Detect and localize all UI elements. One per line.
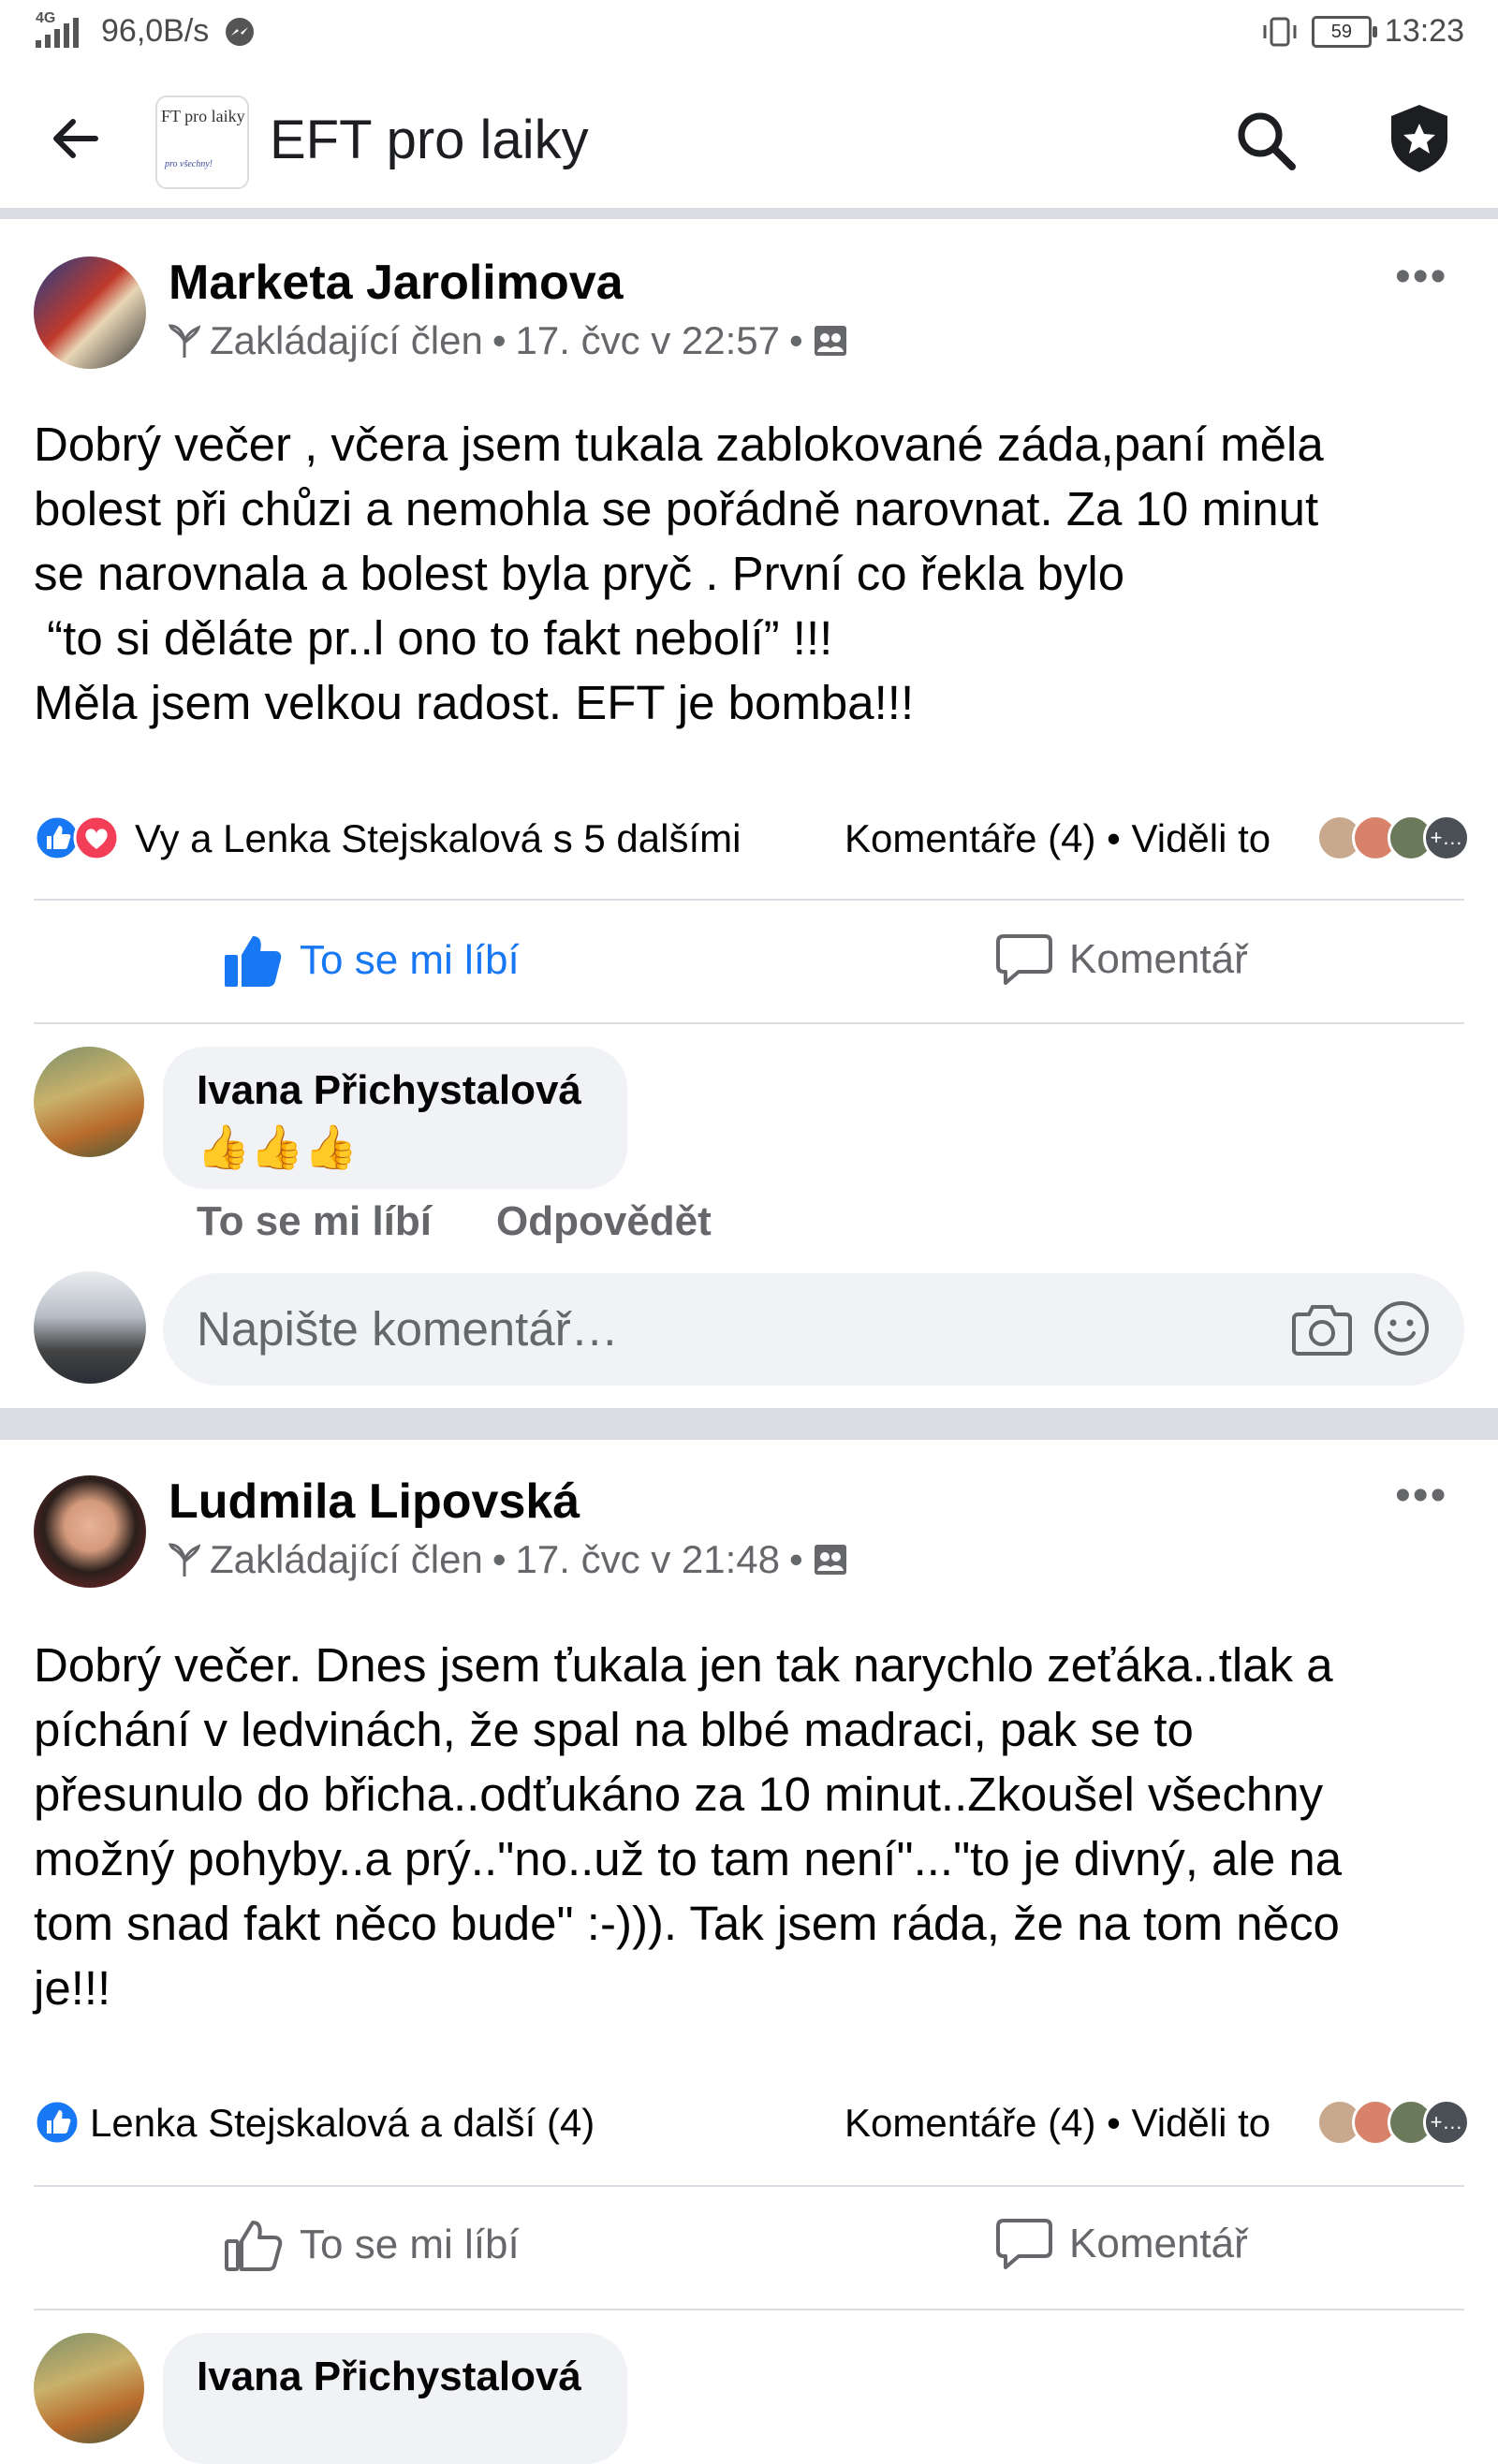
post-text: Dobrý večer , včera jsem tukala zablokov… (34, 418, 1324, 729)
comment-icon (996, 2219, 1052, 2269)
comment-like-link[interactable]: To se mi líbí (197, 1198, 432, 1245)
reactions-summary[interactable]: Vy a Lenka Stejskalová s 5 dalšími (135, 816, 741, 861)
clock: 13:23 (1384, 13, 1464, 49)
post-separator (0, 1408, 1498, 1440)
author-avatar[interactable] (34, 1475, 146, 1588)
search-icon[interactable] (1234, 109, 1298, 172)
thumbs-up-filled-icon (225, 936, 282, 987)
founding-member-icon (169, 324, 200, 358)
battery-icon: 59 (1311, 15, 1377, 48)
like-reaction-icon[interactable] (34, 2099, 81, 2146)
reactions-row: Lenka Stejskalová a další (4) Komentáře … (34, 2097, 1470, 2149)
post-time[interactable]: 17. čvc v 21:48 (516, 1537, 781, 1582)
comment-bubble: Ivana Přichystalová 👍👍👍 (163, 1047, 627, 1189)
actions-divider-bottom (34, 2309, 1464, 2310)
meta-dot: • (492, 1537, 507, 1581)
commenter-avatar[interactable] (34, 1047, 144, 1157)
meta-dot: • (492, 318, 507, 362)
status-left: 4G 96,0B/s (36, 10, 256, 50)
group-logo[interactable]: FT pro laiky pro všechny! (155, 95, 249, 189)
comment-button-label: Komentář (1069, 2221, 1248, 2266)
group-audience-icon (814, 1545, 846, 1575)
messenger-icon (226, 17, 255, 46)
comments-seen-summary[interactable]: Komentáře (4) • Viděli to (844, 816, 1270, 861)
seen-more-badge: +… (1423, 2099, 1470, 2146)
commenter-name[interactable]: Ivana Přichystalová (197, 2354, 581, 2400)
group-header: FT pro laiky pro všechny! EFT pro laiky (0, 67, 1498, 208)
post-meta: Zakládající člen • 17. čvc v 21:48 • (169, 1537, 848, 1582)
author-name[interactable]: Ludmila Lipovská (169, 1474, 580, 1530)
status-bar: 4G 96,0B/s 59 13:23 (0, 0, 1498, 67)
seen-by-facepile[interactable]: +… (1316, 814, 1470, 861)
member-badge: Zakládající člen (210, 1537, 483, 1581)
signal-icon: 4G (36, 10, 86, 48)
group-title[interactable]: EFT pro laiky (270, 109, 589, 171)
comment-body: 👍👍👍 (197, 1122, 358, 1171)
comment-button[interactable]: Komentář (996, 932, 1248, 987)
author-name[interactable]: Marketa Jarolimova (169, 255, 624, 311)
seen-by-facepile[interactable]: +… (1316, 2099, 1470, 2146)
post-meta: Zakládající člen • 17. čvc v 22:57 • (169, 318, 848, 363)
reactions-row: Vy a Lenka Stejskalová s 5 dalšími Komen… (34, 813, 1470, 865)
comment-button-label: Komentář (1069, 936, 1248, 982)
camera-icon[interactable] (1292, 1303, 1352, 1356)
like-button[interactable]: To se mi líbí (223, 2217, 520, 2273)
like-button[interactable]: To se mi líbí (223, 932, 520, 989)
back-arrow-icon[interactable] (49, 112, 101, 165)
like-button-label: To se mi líbí (300, 2222, 520, 2267)
author-avatar[interactable] (34, 257, 146, 369)
net-speed: 96,0B/s (101, 13, 210, 49)
vibrate-icon (1263, 17, 1297, 46)
group-audience-icon (814, 326, 846, 356)
reactions-summary[interactable]: Lenka Stejskalová a další (4) (90, 2101, 595, 2146)
network-type: 4G (36, 9, 56, 26)
actions-divider-top (34, 899, 1464, 901)
post-options-button[interactable]: ••• (1395, 1470, 1447, 1521)
like-button-label: To se mi líbí (300, 937, 520, 983)
meta-dot: • (789, 1537, 803, 1581)
emoji-icon[interactable] (1373, 1299, 1431, 1357)
post-time[interactable]: 17. čvc v 22:57 (516, 318, 781, 363)
post-text: Dobrý večer. Dnes jsem ťukala jen tak na… (34, 1638, 1343, 2015)
commenter-avatar[interactable] (34, 2333, 144, 2443)
post-options-button[interactable]: ••• (1395, 251, 1447, 302)
thumbs-up-outline-icon (225, 2221, 283, 2271)
comment-bubble: Ivana Přichystalová (163, 2333, 627, 2464)
group-logo-subtext: pro všechny! (165, 159, 213, 169)
comment-reply-link[interactable]: Odpovědět (496, 1198, 712, 1245)
comment-composer[interactable]: Napište komentář… (163, 1273, 1464, 1386)
founding-member-icon (169, 1543, 200, 1577)
status-right: 59 13:23 (1261, 13, 1464, 50)
actions-divider-top (34, 2185, 1464, 2187)
comment-button[interactable]: Komentář (996, 2217, 1248, 2271)
admin-shield-icon[interactable] (1388, 103, 1451, 174)
commenter-name[interactable]: Ivana Přichystalová (197, 1067, 581, 1114)
comment-input-placeholder[interactable]: Napište komentář… (197, 1301, 619, 1357)
current-user-avatar (34, 1271, 146, 1384)
member-badge: Zakládající člen (210, 318, 483, 362)
comments-seen-summary[interactable]: Komentáře (4) • Viděli to (844, 2101, 1270, 2146)
actions-divider-bottom (34, 1022, 1464, 1024)
meta-dot: • (789, 318, 803, 362)
comment-icon (996, 934, 1052, 985)
love-reaction-icon (73, 814, 120, 861)
group-logo-text: FT pro laiky (161, 107, 245, 125)
seen-more-badge: +… (1423, 814, 1470, 861)
reaction-icons[interactable] (34, 814, 120, 861)
header-divider (0, 208, 1498, 219)
